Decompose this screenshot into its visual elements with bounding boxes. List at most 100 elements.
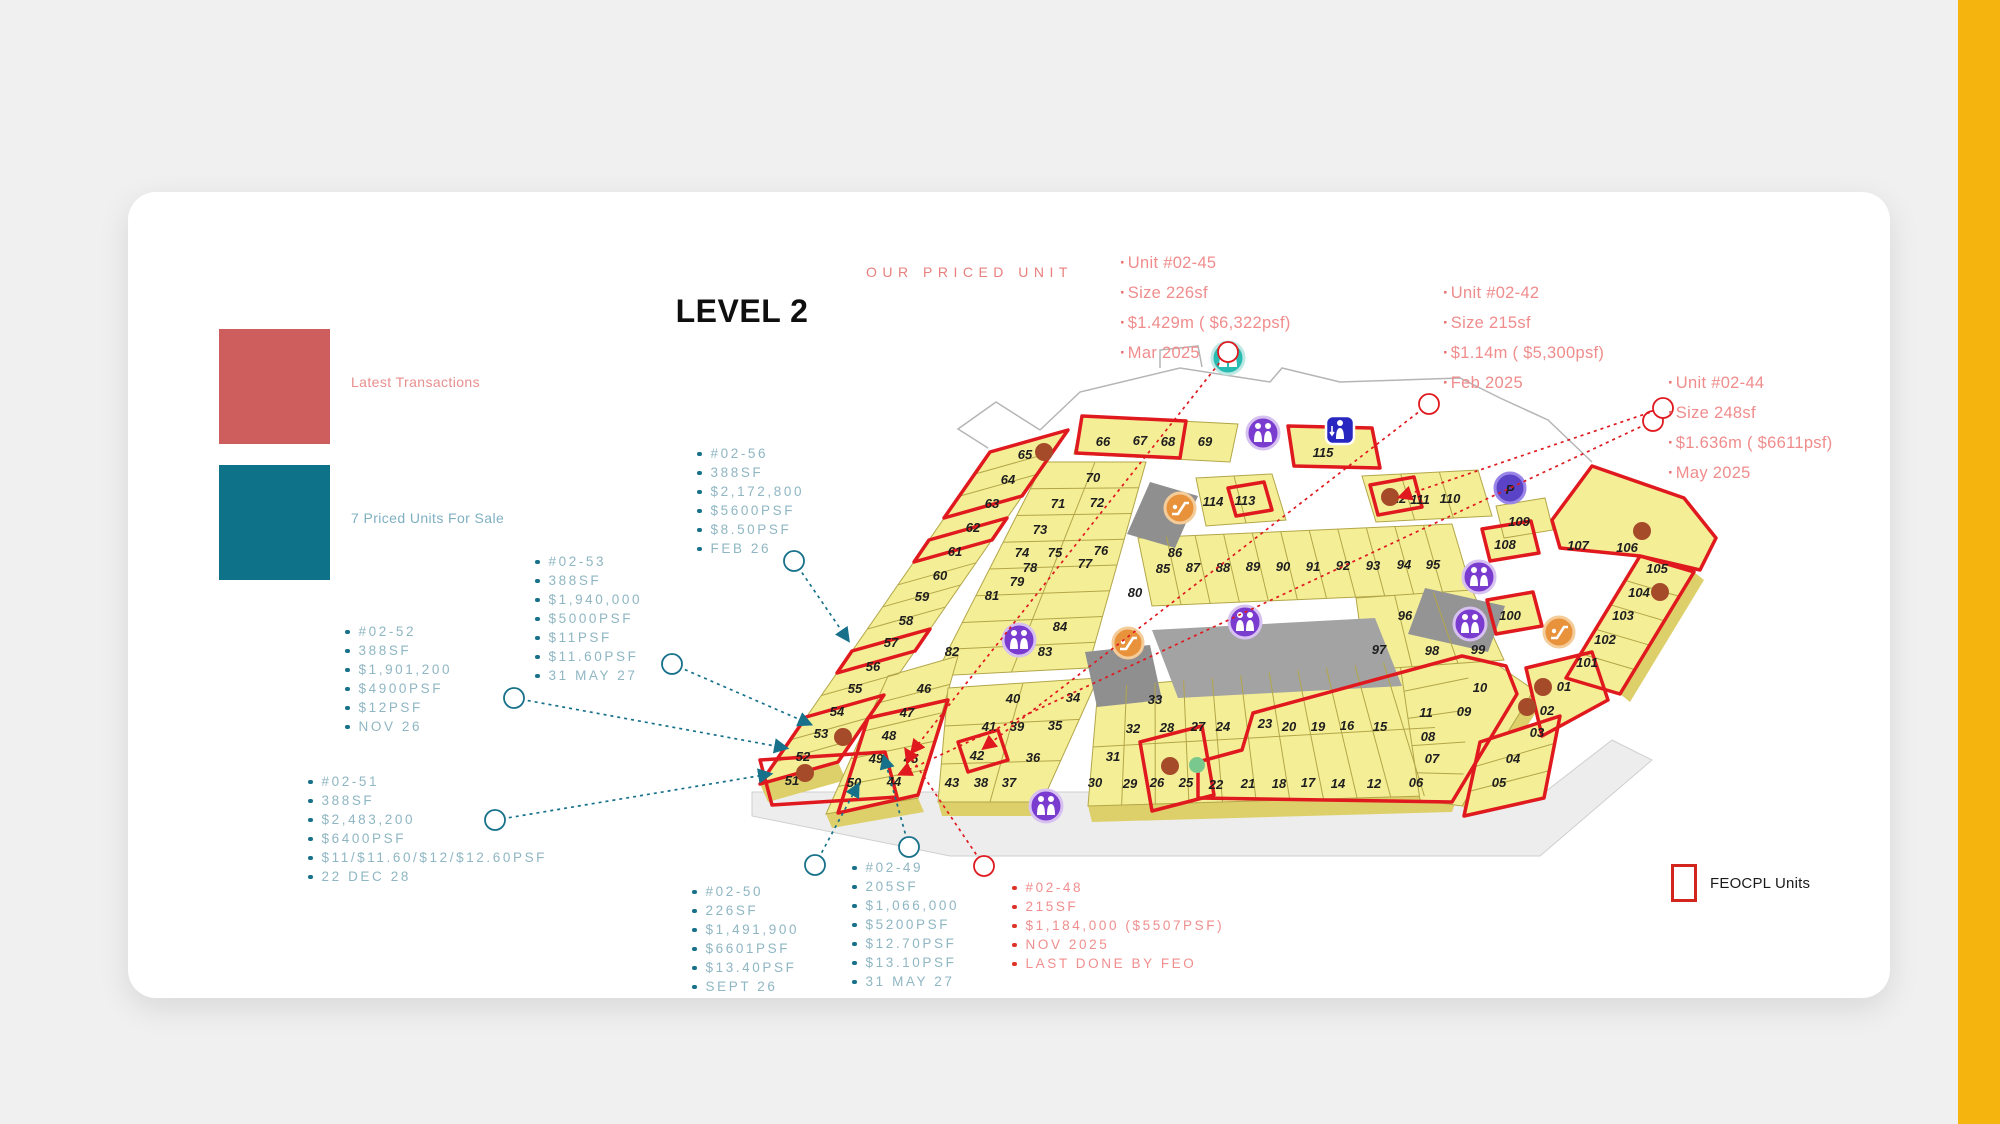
unit-label-103: 103	[1612, 608, 1634, 623]
unit-label-53: 53	[814, 726, 829, 741]
unit-label-09: 09	[1457, 704, 1472, 719]
unit-label-98: 98	[1425, 643, 1440, 658]
unit-label-65: 65	[1018, 447, 1033, 462]
callout-line: NOV 2025	[1012, 935, 1224, 954]
unit-label-35: 35	[1048, 718, 1063, 733]
unit-label-72: 72	[1090, 495, 1105, 510]
family-purple-icon	[1030, 790, 1062, 822]
callout-02-50: #02-50226SF$1,491,900$6601PSF$13.40PSFSE…	[692, 882, 799, 996]
unit-label-17: 17	[1301, 775, 1316, 790]
unit-label-99: 99	[1471, 642, 1486, 657]
callout-line: 226SF	[692, 901, 799, 920]
callout-line: May 2025	[1668, 458, 1833, 488]
unit-label-95: 95	[1426, 557, 1441, 572]
feocpl-legend: FEOCPL Units	[1671, 864, 1810, 902]
callout-line: $13.40PSF	[692, 958, 799, 977]
unit-label-18: 18	[1272, 776, 1287, 791]
callout-line: Mar 2025	[1120, 338, 1291, 368]
unit-label-43: 43	[944, 775, 960, 790]
callout-line: 388SF	[345, 641, 452, 660]
callout-line: 31 MAY 27	[852, 972, 959, 991]
unit-label-62: 62	[966, 520, 981, 535]
unit-label-70: 70	[1086, 470, 1101, 485]
connector-line	[672, 664, 810, 724]
connector-circle	[805, 855, 825, 875]
unit-label-49: 49	[868, 751, 884, 766]
connector-line	[514, 698, 786, 748]
brown-dot	[1534, 678, 1552, 696]
unit-label-46: 46	[916, 681, 932, 696]
unit-label-75: 75	[1048, 545, 1063, 560]
unit-label-92: 92	[1336, 558, 1351, 573]
callout-line: $1,940,000	[535, 590, 642, 609]
callout-line: Size 248sf	[1668, 398, 1833, 428]
callout-line: $5000PSF	[535, 609, 642, 628]
callout-line: $1,066,000	[852, 896, 959, 915]
connector-circle	[899, 837, 919, 857]
lift-icon	[1326, 416, 1354, 444]
connector-circle	[974, 856, 994, 876]
family-purple-icon	[1003, 624, 1035, 656]
brown-dot	[1381, 488, 1399, 506]
unit-label-12: 12	[1367, 776, 1382, 791]
callout-line: 22 DEC 28	[308, 867, 547, 886]
callout-unit-02-45: Unit #02-45Size 226sf$1.429m ( $6,322psf…	[1120, 248, 1291, 368]
unit-label-110: 110	[1440, 491, 1461, 506]
unit-label-109: 109	[1508, 514, 1530, 529]
callout-02-49: #02-49205SF$1,066,000$5200PSF$12.70PSF$1…	[852, 858, 959, 991]
callout-unit-02-42: Unit #02-42Size 215sf$1.14m ( $5,300psf)…	[1443, 278, 1604, 398]
unit-label-23: 23	[1257, 716, 1273, 731]
callout-line: $11PSF	[535, 628, 642, 647]
unit-label-93: 93	[1366, 558, 1381, 573]
unit-label-107: 107	[1567, 538, 1589, 553]
unit-label-58: 58	[899, 613, 914, 628]
unit-label-73: 73	[1033, 522, 1048, 537]
callout-line: LAST DONE BY FEO	[1012, 954, 1224, 973]
callout-line: #02-56	[697, 444, 804, 463]
unit-label-86: 86	[1168, 545, 1183, 560]
brown-dot	[1651, 583, 1669, 601]
unit-label-61: 61	[948, 544, 962, 559]
callout-line: $6601PSF	[692, 939, 799, 958]
escalator-icon	[1165, 493, 1195, 523]
unit-label-44: 44	[886, 774, 902, 789]
unit-label-106: 106	[1616, 540, 1638, 555]
unit-label-40: 40	[1005, 691, 1021, 706]
family-purple-icon	[1247, 417, 1279, 449]
family-purple-icon	[1463, 561, 1495, 593]
unit-label-80: 80	[1128, 585, 1143, 600]
unit-label-37: 37	[1002, 775, 1017, 790]
connector-circle	[1419, 394, 1439, 414]
unit-label-114: 114	[1203, 494, 1224, 509]
unit-label-84: 84	[1053, 619, 1068, 634]
callout-line: Unit #02-45	[1120, 248, 1291, 278]
connector-line	[794, 561, 848, 640]
unit-label-79: 79	[1010, 574, 1025, 589]
unit-label-47: 47	[899, 705, 915, 720]
callout-02-51: #02-51388SF$2,483,200$6400PSF$11/$11.60/…	[308, 772, 547, 886]
unit-label-60: 60	[933, 568, 948, 583]
callout-line: #02-50	[692, 882, 799, 901]
unit-label-69: 69	[1198, 434, 1213, 449]
unit-label-01: 01	[1557, 679, 1571, 694]
callout-line: Size 215sf	[1443, 308, 1604, 338]
callout-02-52: #02-52388SF$1,901,200$4900PSF$12PSFNOV 2…	[345, 622, 452, 736]
unit-label-52: 52	[796, 749, 811, 764]
callout-line: $5600PSF	[697, 501, 804, 520]
unit-label-02: 02	[1540, 703, 1555, 718]
callout-line: $11/$11.60/$12/$12.60PSF	[308, 848, 547, 867]
callout-02-48: #02-48215SF$1,184,000 ($5507PSF)NOV 2025…	[1012, 878, 1224, 973]
unit-label-45: 45	[903, 751, 919, 766]
callout-line: $6400PSF	[308, 829, 547, 848]
unit-label-27: 27	[1190, 719, 1206, 734]
callout-line: $2,483,200	[308, 810, 547, 829]
callout-02-53: #02-53388SF$1,940,000$5000PSF$11PSF$11.6…	[535, 552, 642, 685]
unit-label-05: 05	[1492, 775, 1507, 790]
callout-line: 31 MAY 27	[535, 666, 642, 685]
unit-label-11: 11	[1419, 705, 1433, 720]
callout-line: $11.60PSF	[535, 647, 642, 666]
callout-line: 388SF	[535, 571, 642, 590]
unit-label-04: 04	[1506, 751, 1521, 766]
unit-label-96: 96	[1398, 608, 1413, 623]
callout-02-56: #02-56388SF$2,172,800$5600PSF$8.50PSFFEB…	[697, 444, 804, 558]
